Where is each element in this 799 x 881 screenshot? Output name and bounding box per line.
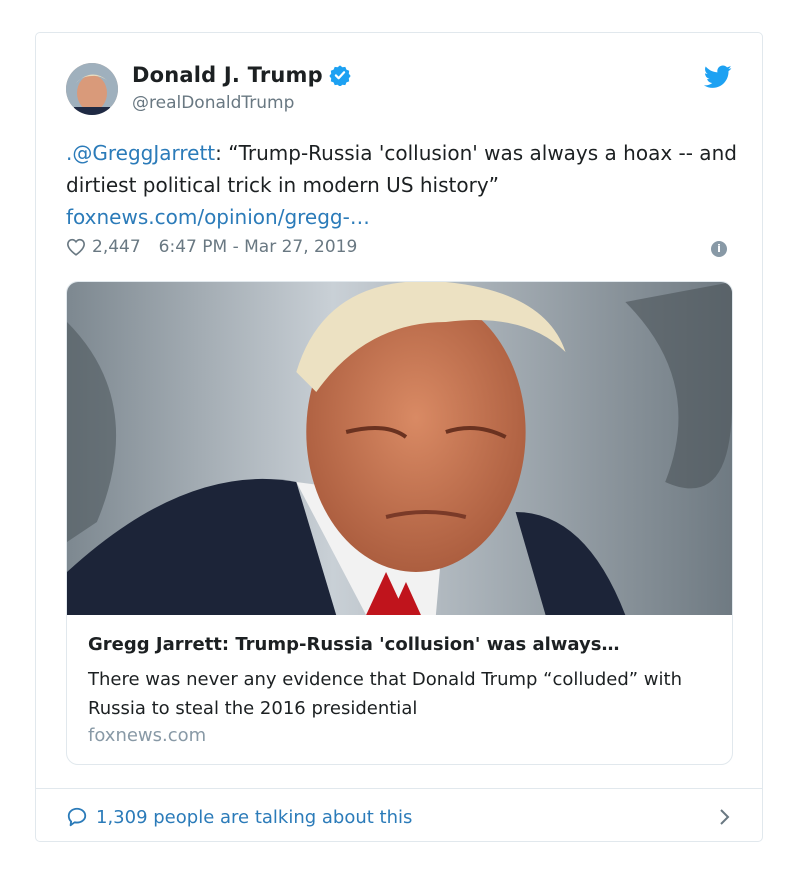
tweet-timestamp[interactable]: 6:47 PM - Mar 27, 2019: [159, 237, 358, 257]
heart-icon[interactable]: [66, 238, 86, 256]
mention-link[interactable]: .@GreggJarrett: [66, 141, 215, 165]
conversation-footer[interactable]: 1,309 people are talking about this: [66, 803, 734, 831]
article-photo: [67, 282, 732, 615]
link-card-title[interactable]: Gregg Jarrett: Trump-Russia 'collusion' …: [88, 634, 713, 655]
twitter-bird-icon[interactable]: [704, 65, 732, 89]
talking-about-this-link[interactable]: 1,309 people are talking about this: [96, 807, 412, 828]
tweet-url-link[interactable]: foxnews.com/opinion/gregg-…: [66, 205, 370, 229]
tweet-text: .@GreggJarrett: “Trump-Russia 'collusion…: [66, 137, 738, 233]
embedded-tweet-card: Donald J. Trump @realDonaldTrump .@Gregg…: [35, 32, 763, 842]
footer-divider: [36, 788, 762, 789]
comment-bubble-icon: [67, 807, 87, 827]
info-icon[interactable]: i: [711, 241, 727, 257]
author-name-row[interactable]: Donald J. Trump: [132, 63, 351, 87]
tweet-meta: 2,447 6:47 PM - Mar 27, 2019: [66, 237, 357, 257]
chevron-right-icon[interactable]: [718, 807, 732, 827]
author-avatar[interactable]: [66, 63, 118, 115]
author-handle[interactable]: @realDonaldTrump: [132, 93, 294, 113]
link-preview-card[interactable]: Gregg Jarrett: Trump-Russia 'collusion' …: [66, 281, 733, 765]
link-card-description: There was never any evidence that Donald…: [88, 669, 682, 719]
verified-badge-icon: [329, 65, 351, 86]
author-name[interactable]: Donald J. Trump: [132, 63, 323, 87]
link-card-domain: foxnews.com: [88, 725, 207, 746]
like-count[interactable]: 2,447: [92, 237, 141, 257]
